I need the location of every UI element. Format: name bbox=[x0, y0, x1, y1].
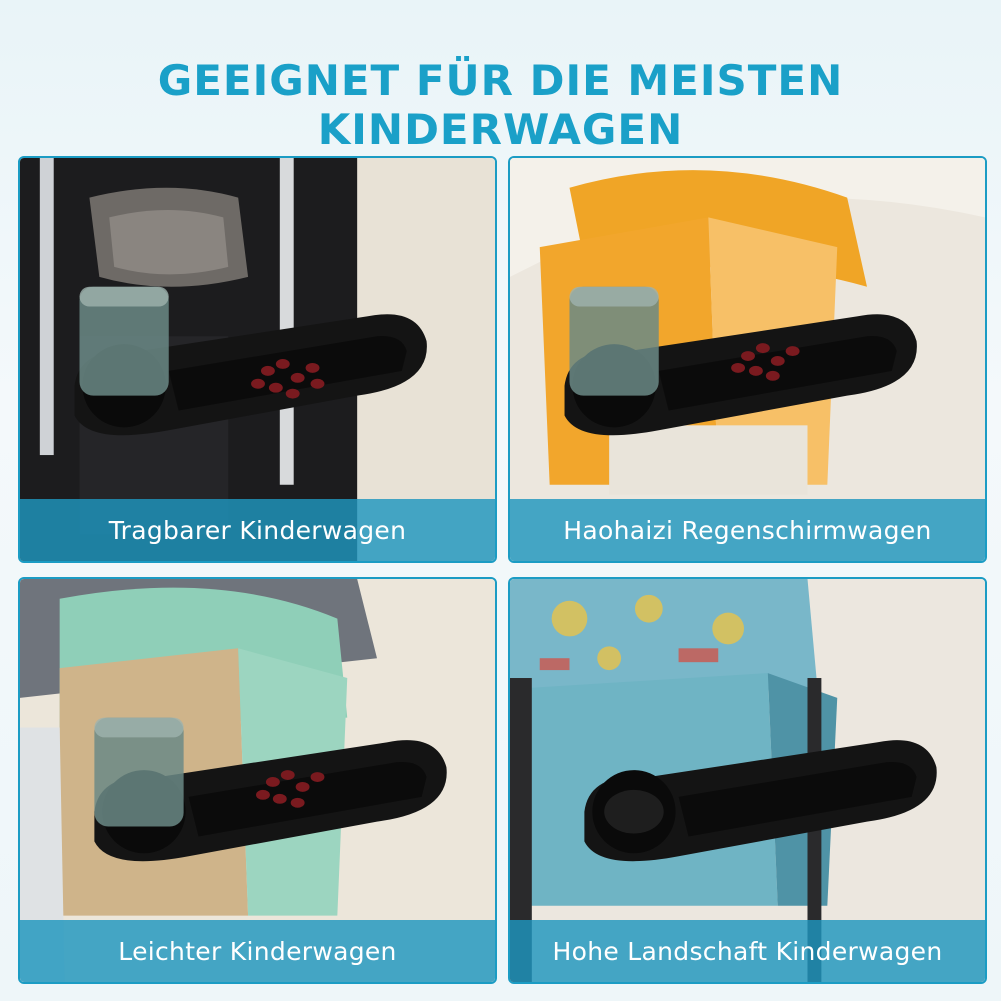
page-headline: GEEIGNET FÜR DIE MEISTEN KINDERWAGEN bbox=[157, 56, 844, 154]
stroller-panel-high-view: Hohe Landschaft Kinderwagen bbox=[508, 577, 987, 984]
panel-caption: Hohe Landschaft Kinderwagen bbox=[552, 936, 943, 966]
caption-bar: Leichter Kinderwagen bbox=[20, 920, 495, 982]
caption-bar: Haohaizi Regenschirmwagen bbox=[510, 499, 985, 561]
stroller-panel-lightweight: Leichter Kinderwagen bbox=[18, 577, 497, 984]
stroller-panel-portable: Tragbarer Kinderwagen bbox=[18, 156, 497, 563]
panel-caption: Haohaizi Regenschirmwagen bbox=[563, 515, 932, 545]
caption-bar: Tragbarer Kinderwagen bbox=[20, 499, 495, 561]
panel-caption: Tragbarer Kinderwagen bbox=[108, 515, 407, 545]
caption-bar: Hohe Landschaft Kinderwagen bbox=[510, 920, 985, 982]
panel-caption: Leichter Kinderwagen bbox=[118, 936, 397, 966]
stroller-panel-umbrella: Haohaizi Regenschirmwagen bbox=[508, 156, 987, 563]
